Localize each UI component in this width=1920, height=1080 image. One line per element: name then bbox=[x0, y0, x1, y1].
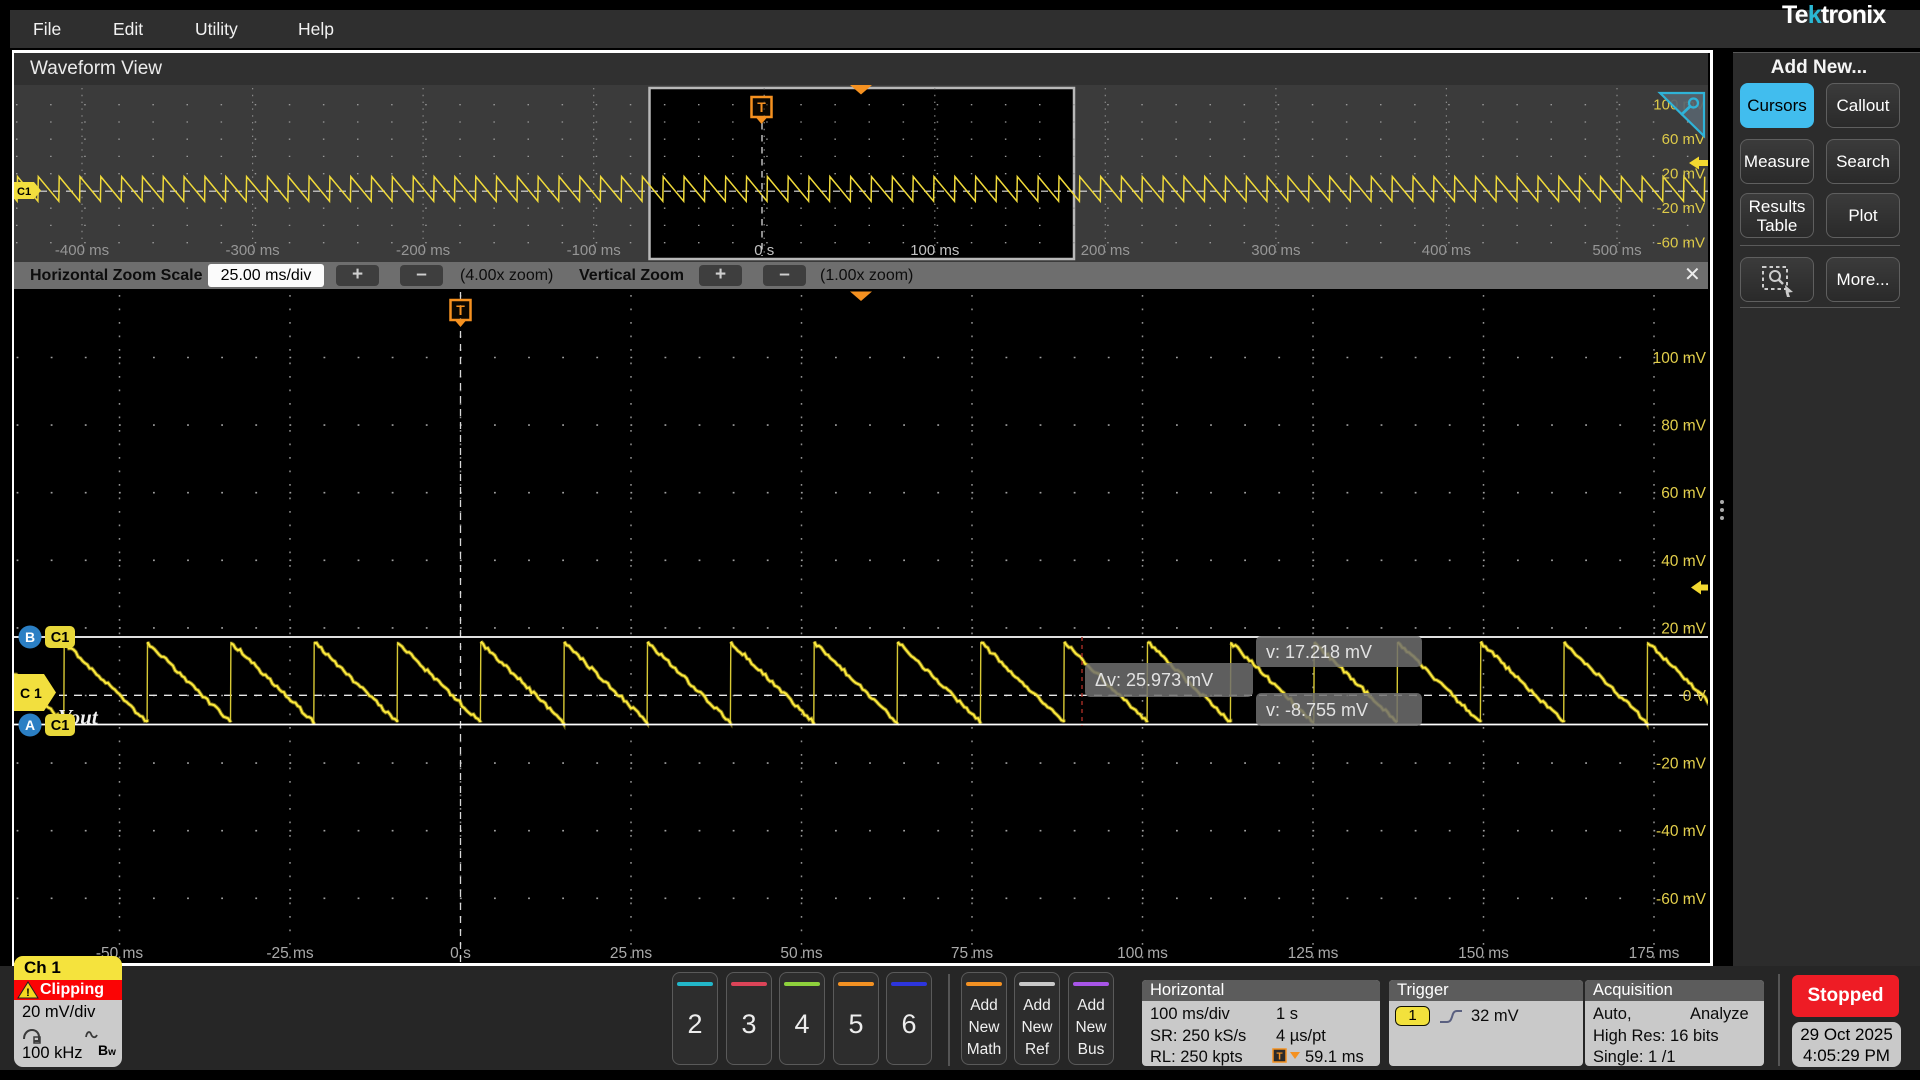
svg-text:-20 mV: -20 mV bbox=[1657, 200, 1705, 217]
svg-text:-25 ms: -25 ms bbox=[266, 945, 314, 962]
svg-text:100 ms: 100 ms bbox=[910, 242, 959, 259]
svg-text:20 mV: 20 mV bbox=[1661, 620, 1706, 637]
svg-text:v: 17.218 mV: v: 17.218 mV bbox=[1266, 642, 1372, 662]
svg-text:-300 ms: -300 ms bbox=[226, 242, 280, 259]
svg-text:T: T bbox=[1276, 1052, 1282, 1063]
svg-text:-200 ms: -200 ms bbox=[396, 242, 450, 259]
svg-text:100 mV: 100 mV bbox=[1653, 350, 1707, 367]
svg-text:C 1: C 1 bbox=[20, 685, 42, 701]
svg-text:-60 mV: -60 mV bbox=[1657, 235, 1705, 252]
svg-text:175 ms: 175 ms bbox=[1629, 945, 1680, 962]
svg-text:60 mV: 60 mV bbox=[1661, 485, 1706, 502]
svg-text:80 mV: 80 mV bbox=[1661, 418, 1706, 435]
svg-text:0 s: 0 s bbox=[754, 242, 774, 259]
svg-text:C1: C1 bbox=[51, 630, 70, 646]
svg-text:100 ms: 100 ms bbox=[1117, 945, 1168, 962]
svg-text:T: T bbox=[757, 99, 766, 115]
svg-text:500 ms: 500 ms bbox=[1592, 242, 1641, 259]
svg-text:400 ms: 400 ms bbox=[1422, 242, 1471, 259]
svg-text:-60 mV: -60 mV bbox=[1656, 891, 1707, 908]
svg-text:C1: C1 bbox=[51, 718, 70, 734]
svg-text:40 mV: 40 mV bbox=[1661, 553, 1706, 570]
svg-text:200 ms: 200 ms bbox=[1081, 242, 1130, 259]
svg-text:75 ms: 75 ms bbox=[951, 945, 993, 962]
svg-text:60 mV: 60 mV bbox=[1662, 131, 1705, 148]
svg-text:-20 mV: -20 mV bbox=[1656, 756, 1707, 773]
svg-text:0 V: 0 V bbox=[1683, 688, 1707, 705]
svg-text:B: B bbox=[25, 629, 35, 645]
svg-text:300 ms: 300 ms bbox=[1251, 242, 1300, 259]
svg-text:50 ms: 50 ms bbox=[780, 945, 822, 962]
svg-text:!: ! bbox=[26, 987, 30, 999]
svg-text:-40 mV: -40 mV bbox=[1656, 823, 1707, 840]
svg-text:Δv: 25.973 mV: Δv: 25.973 mV bbox=[1095, 670, 1213, 690]
svg-text:150 ms: 150 ms bbox=[1458, 945, 1509, 962]
svg-text:T: T bbox=[456, 302, 465, 318]
svg-text:v: -8.755 mV: v: -8.755 mV bbox=[1266, 700, 1368, 720]
svg-text:25 ms: 25 ms bbox=[610, 945, 652, 962]
svg-text:0 s: 0 s bbox=[450, 945, 471, 962]
svg-text:A: A bbox=[25, 717, 35, 733]
svg-text:-400 ms: -400 ms bbox=[55, 242, 109, 259]
svg-text:C1: C1 bbox=[17, 186, 31, 198]
svg-text:125 ms: 125 ms bbox=[1288, 945, 1339, 962]
svg-text:-100 ms: -100 ms bbox=[567, 242, 621, 259]
